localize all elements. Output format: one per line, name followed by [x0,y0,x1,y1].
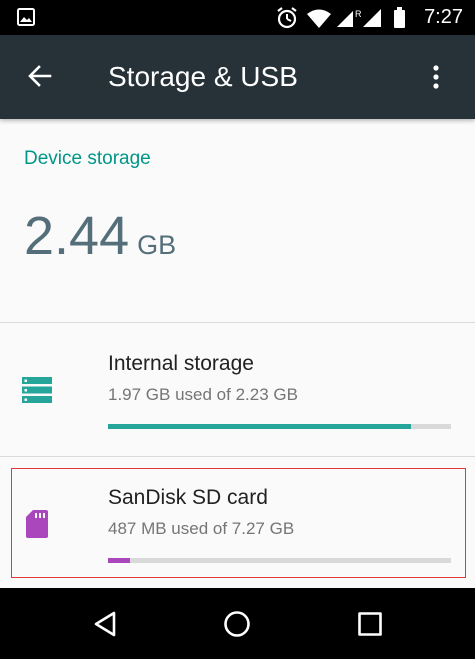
device-storage-header: Device storage [24,148,151,169]
gallery-icon [17,8,35,31]
total-value: 2.44 [24,206,130,266]
page-title: Storage & USB [108,61,298,92]
recents-square-icon[interactable] [356,610,384,643]
home-circle-icon[interactable] [223,610,251,643]
back-triangle-icon[interactable] [92,610,120,643]
app-bar: Storage & USB [0,35,475,119]
usage-bar [108,424,451,429]
volume-internal-storage[interactable]: Internal storage 1.97 GB used of 2.23 GB [0,323,475,453]
total-unit: GB [137,230,177,260]
device-storage-total: 2.44 GB [24,205,176,267]
nav-bar [0,588,475,659]
arrow-back-icon[interactable] [26,63,52,94]
status-bar: R 7:27 [0,0,475,35]
volume-summary: 1.97 GB used of 2.23 GB [108,385,298,404]
usage-bar-fill [108,424,411,429]
selection-highlight [11,468,466,578]
status-time: 7:27 [424,6,463,28]
wifi-icon [307,9,331,28]
volume-name: Internal storage [108,352,254,375]
roaming-label: R [355,9,362,19]
battery-icon [394,7,405,28]
status-icons: R [275,6,415,35]
more-vert-icon[interactable] [432,64,440,95]
alarm-icon [277,7,297,29]
storage-icon [22,377,52,408]
signal-roaming-icon: R [337,9,362,27]
signal-icon [363,9,381,27]
